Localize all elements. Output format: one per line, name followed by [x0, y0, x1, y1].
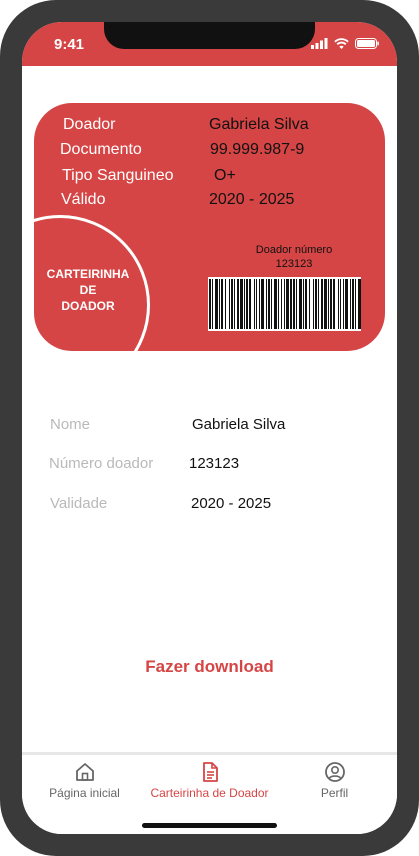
notch	[104, 22, 315, 49]
barcode-stripe	[278, 279, 279, 329]
barcode-stripe	[350, 279, 351, 329]
battery-icon	[355, 38, 379, 49]
barcode-stripe	[321, 279, 323, 329]
barcode-stripe	[318, 279, 319, 329]
barcode-stripe	[286, 279, 289, 329]
barcode-stripe	[261, 279, 264, 329]
card-label-document: Documento	[60, 141, 142, 158]
barcode-stripe	[296, 279, 297, 329]
profile-icon	[324, 762, 345, 782]
card-value-blood-type: O+	[214, 167, 236, 184]
donor-card: Doador Gabriela Silva Documento 99.999.9…	[34, 103, 385, 351]
barcode-stripe	[221, 279, 223, 329]
barcode-stripe	[324, 279, 327, 329]
barcode-stripe	[330, 279, 332, 329]
barcode-stripe	[355, 279, 356, 329]
donor-number-block: Doador número 123123	[224, 243, 364, 271]
tab-profile-label: Perfil	[320, 786, 349, 800]
card-value-valid: 2020 - 2025	[209, 191, 295, 208]
card-value-document: 99.999.987-9	[210, 141, 305, 158]
detail-value-validity: 2020 - 2025	[191, 495, 272, 512]
home-icon	[75, 763, 94, 781]
barcode-stripe	[340, 279, 341, 329]
barcode-stripe	[345, 279, 348, 329]
donor-number-label: Doador número	[255, 244, 333, 256]
barcode-stripe	[315, 279, 317, 329]
barcode-stripe	[284, 279, 285, 329]
barcode-stripe	[237, 279, 239, 329]
card-label-donor: Doador	[63, 116, 116, 133]
barcode-stripe	[249, 279, 251, 329]
tab-home-label: Página inicial	[49, 786, 120, 800]
barcode-stripe	[281, 279, 282, 329]
tab-donor-card-label: Carteirinha de Doador	[150, 786, 269, 800]
barcode-stripe	[313, 279, 314, 329]
barcode-stripe	[244, 279, 245, 329]
barcode-stripe	[256, 279, 257, 329]
card-label-valid: Válido	[61, 191, 106, 208]
barcode-stripe	[309, 279, 310, 329]
barcode-stripe	[271, 279, 272, 329]
tab-profile[interactable]: Perfil	[272, 761, 397, 800]
detail-label-donor-number: Número doador	[49, 455, 154, 472]
barcode-stripe	[328, 279, 329, 329]
barcode-stripe	[215, 279, 218, 329]
barcode-stripe	[358, 279, 361, 329]
barcode-stripe	[259, 279, 260, 329]
card-badge-line1: CARTEIRINHA	[46, 267, 130, 281]
card-badge: CARTEIRINHA DE DOADOR	[36, 266, 140, 314]
detail-label-validity: Validade	[50, 495, 108, 512]
card-value-donor: Gabriela Silva	[209, 116, 309, 133]
barcode-stripe	[268, 279, 270, 329]
wifi-icon	[334, 38, 349, 49]
barcode-stripe	[225, 279, 226, 329]
barcode-stripe	[266, 279, 267, 329]
tab-bar: Página inicial Carteirinha de Doador Per…	[22, 752, 397, 834]
barcode-stripe	[293, 279, 295, 329]
barcode-stripe	[333, 279, 335, 329]
barcode-stripe	[343, 279, 344, 329]
barcode-stripe	[240, 279, 243, 329]
barcode-stripe	[219, 279, 220, 329]
barcode-stripe	[254, 279, 255, 329]
barcode-stripe	[212, 279, 213, 329]
detail-label-name: Nome	[50, 416, 91, 433]
detail-value-name: Gabriela Silva	[192, 416, 286, 433]
detail-value-donor-number: 123123	[189, 455, 240, 472]
barcode-stripe	[305, 279, 307, 329]
download-button[interactable]: Fazer download	[22, 657, 397, 677]
phone-frame: 9:41 Doador Gabriela Silva Documento 99.…	[0, 0, 419, 856]
barcode-stripe	[229, 279, 230, 329]
tab-home[interactable]: Página inicial	[22, 761, 147, 800]
barcode-stripe	[338, 279, 339, 329]
barcode-stripe	[299, 279, 302, 329]
donor-number-value: 123123	[275, 258, 313, 270]
screen: 9:41 Doador Gabriela Silva Documento 99.…	[22, 22, 397, 834]
barcode-stripe	[290, 279, 292, 329]
status-icons	[311, 38, 379, 49]
barcode-stripe	[303, 279, 304, 329]
barcode-image	[208, 277, 361, 331]
barcode-stripe	[352, 279, 354, 329]
status-bar: 9:41	[22, 22, 397, 66]
barcode-stripe	[274, 279, 277, 329]
card-label-blood-type: Tipo Sanguineo	[62, 167, 174, 184]
barcode-stripe	[234, 279, 235, 329]
document-icon	[202, 762, 218, 782]
signal-icon	[311, 38, 328, 49]
barcode-stripe	[209, 279, 211, 329]
card-badge-line2: DE	[79, 283, 97, 297]
card-badge-line3: DOADOR	[61, 299, 115, 313]
home-indicator	[142, 823, 277, 828]
tab-donor-card[interactable]: Carteirinha de Doador	[147, 761, 272, 800]
barcode-stripe	[246, 279, 248, 329]
status-time: 9:41	[54, 36, 85, 53]
barcode-stripe	[231, 279, 233, 329]
